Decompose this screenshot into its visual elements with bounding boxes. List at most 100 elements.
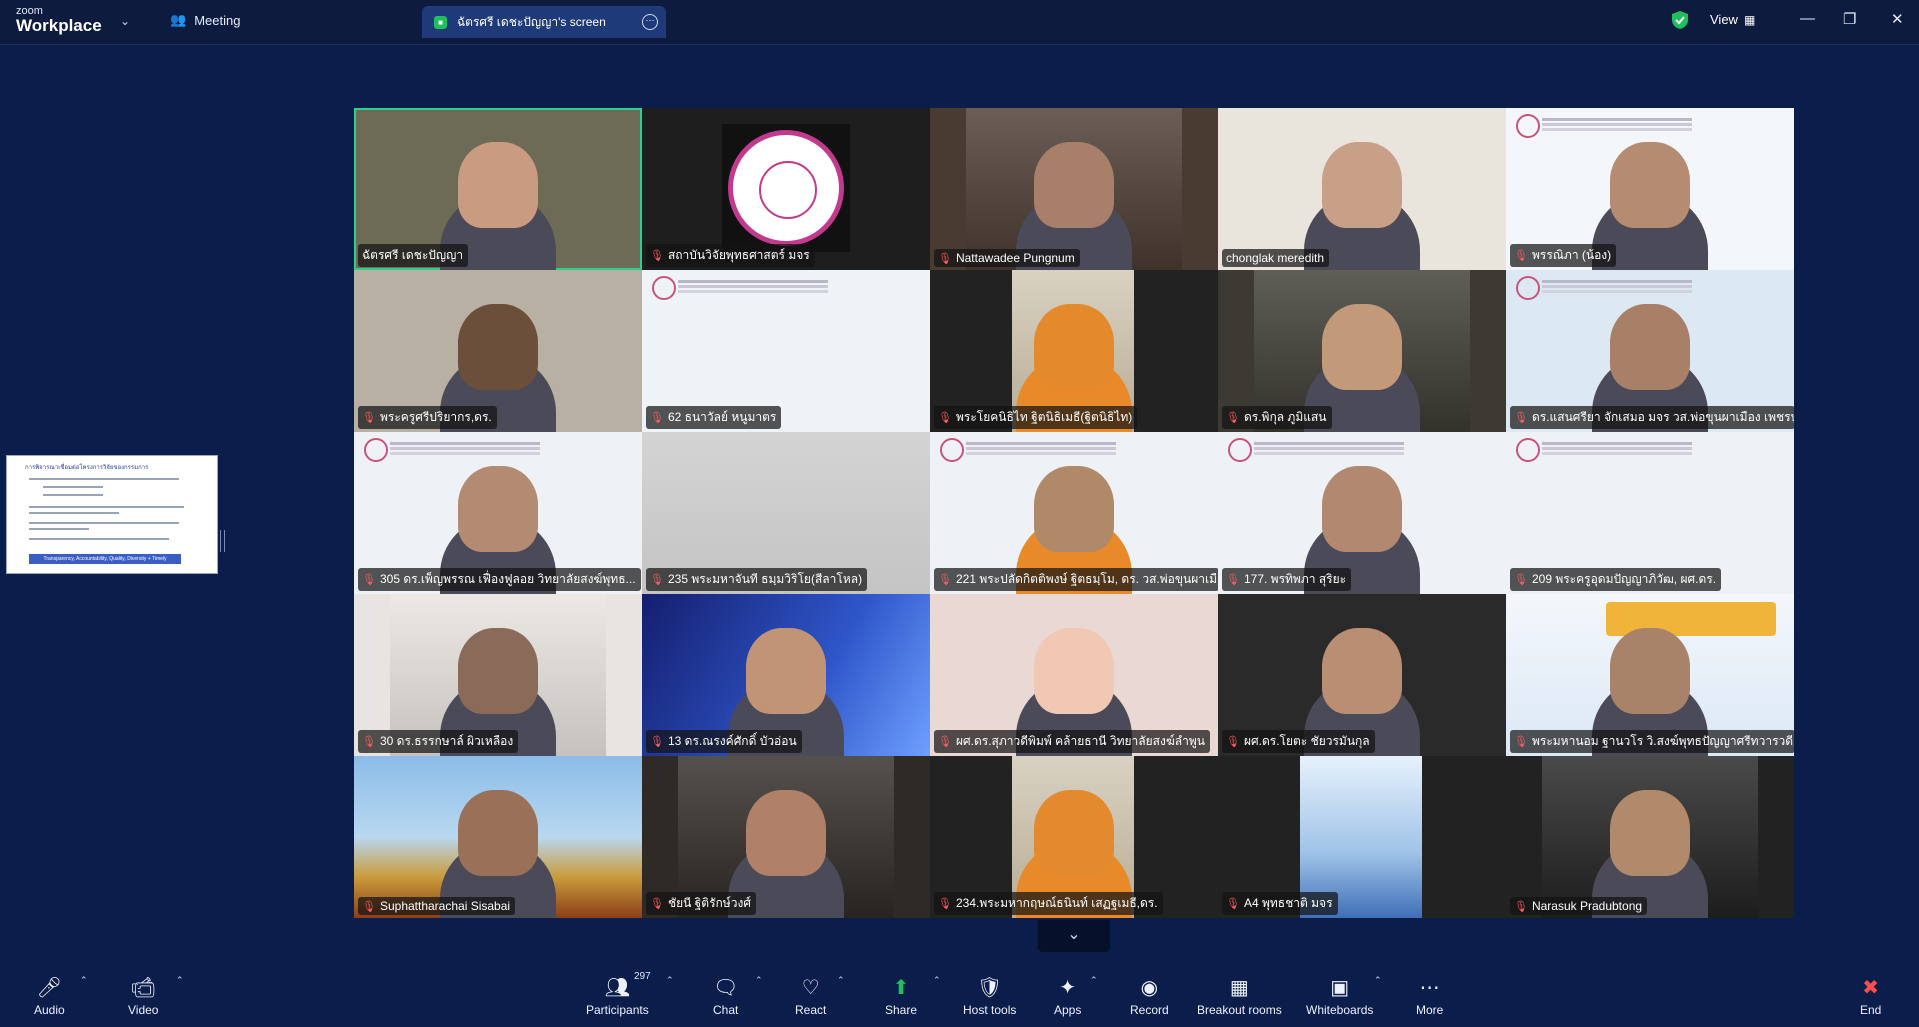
zoom-workplace-logo[interactable]: zoom Workplace [16, 6, 102, 35]
muted-mic-icon: 🎙︎ [650, 250, 664, 262]
participant-tile[interactable]: 🎙︎ 221 พระปลัดกิตติพงษ์ ฐิตธมฺโม, ดร. วส.… [930, 432, 1218, 594]
more-options-icon[interactable]: ··· [642, 14, 658, 30]
muted-mic-icon: 🎙︎ [650, 574, 664, 586]
chevron-down-icon[interactable]: ⌄ [120, 14, 130, 28]
breakout-rooms-button[interactable]: ▦ Breakout rooms [1197, 975, 1282, 1017]
participant-tile[interactable]: 🎙︎ 177. พรทิพภา สุริยะ [1218, 432, 1506, 594]
participant-tile[interactable]: 🎙︎ ผศ.ดร.สุภาวดีพิมพ์ คล้ายธานี วิทยาลัยส… [930, 594, 1218, 756]
participant-tile[interactable]: 🎙︎ Narasuk Pradubtong [1506, 756, 1794, 918]
participant-tile[interactable]: 🎙︎ 13 ดร.ณรงค์ศักดิ์ บัวอ่อน [642, 594, 930, 756]
participant-tile[interactable]: 🎙︎ 305 ดร.เพ็ญพรรณ เฟื่องฟูลอย วิทยาลัยสง… [354, 432, 642, 594]
participant-tile[interactable]: 🎙︎ ดร.พิกุล ภูมิแสน [1218, 270, 1506, 432]
participant-name-label: 🎙︎ Nattawadee Pungnum [934, 249, 1080, 267]
chat-options-caret[interactable]: ⌃ [755, 975, 763, 986]
participant-video [1034, 466, 1114, 552]
participant-tile[interactable]: 🎙︎ ดร.แสนศรียา จักเสมอ มจร วส.พ่อขุนผาเมื… [1506, 270, 1794, 432]
participant-tile[interactable]: 🎙︎ สถาบันวิจัยพุทธศาสตร์ มจร [642, 108, 930, 270]
participant-name-label: chonglak meredith [1222, 249, 1330, 267]
react-label: React [795, 1003, 827, 1017]
thumbnail-text-line [29, 522, 179, 524]
audio-options-caret[interactable]: ⌃ [80, 975, 88, 986]
participant-name-label: 🎙︎ Narasuk Pradubtong [1510, 897, 1648, 915]
share-options-caret[interactable]: ⌃ [933, 975, 941, 986]
security-shield-icon[interactable] [1672, 11, 1688, 29]
participant-tile[interactable]: 🎙︎ Suphattharachai Sisabai [354, 756, 642, 918]
minimize-icon[interactable]: — [1800, 10, 1815, 27]
video-off-icon: 📹︎ [130, 977, 156, 999]
muted-mic-icon: 🎙︎ [938, 898, 952, 910]
chat-button[interactable]: 🗨︎ Chat ⌃ [713, 975, 763, 1017]
participant-name: 209 พระครูอุดมปัญญาภิวัฒ, ผศ.ดร. [1531, 572, 1717, 586]
close-icon[interactable]: ✕ [1891, 10, 1904, 28]
participant-tile[interactable]: 🎙︎ 30 ดร.ธรรกษาล์ ผิวเหลือง [354, 594, 642, 756]
record-button[interactable]: ◉ Record [1130, 975, 1169, 1017]
participants-label: Participants [586, 1003, 649, 1017]
participant-name-label: 🎙︎ ดร.พิกุล ภูมิแสน [1222, 406, 1332, 429]
participant-tile[interactable]: 🎙︎ พระโยคนิธิไท ฐิตนิธิเมธี(ฐิตนิธิไท) [930, 270, 1218, 432]
react-button[interactable]: ♡ React ⌃ [795, 975, 845, 1017]
share-button[interactable]: ⬆ Share ⌃ [885, 975, 941, 1017]
participant-name: 305 ดร.เพ็ญพรรณ เฟื่องฟูลอย วิทยาลัยสงฆ์… [379, 572, 636, 586]
participant-tile[interactable]: 🎙︎ A4 พุทธชาติ มจร [1218, 756, 1506, 918]
muted-mic-icon: 🎤︎ [36, 977, 63, 999]
react-options-caret[interactable]: ⌃ [837, 975, 845, 986]
gallery-view: ฉัตรศรี เดชะปัญญา 🎙︎ สถาบันวิจัยพุทธศาสตร์… [354, 108, 1794, 918]
participant-video [1034, 142, 1114, 228]
participant-tile[interactable]: 🎙︎ ผศ.ดร.โยตะ ชัยวรมันกุล [1218, 594, 1506, 756]
participant-name: Narasuk Pradubtong [1531, 899, 1643, 913]
participant-tile[interactable]: 🎙︎ 234.พระมหากฤษณ์ธนินท์ เสฏฐเมธี,ดร. [930, 756, 1218, 918]
participant-tile[interactable]: 🎙︎ พระครูศรีปริยากร,ดร. [354, 270, 642, 432]
video-options-caret[interactable]: ⌃ [176, 975, 184, 986]
tab-shared-screen[interactable]: ■ ฉัตรศรี เดชะปัญญา's screen ··· [422, 6, 666, 38]
thumbnail-text-line [29, 478, 179, 480]
participant-video [458, 628, 538, 714]
apps-icon: ✦ [1059, 977, 1077, 999]
apps-label: Apps [1054, 1003, 1082, 1017]
whiteboards-options-caret[interactable]: ⌃ [1374, 975, 1382, 986]
participant-video [1322, 628, 1402, 714]
muted-mic-icon: 🎙︎ [1514, 250, 1528, 262]
participant-tile[interactable]: 🎙︎ Nattawadee Pungnum [930, 108, 1218, 270]
more-button[interactable]: ⋯ More [1416, 975, 1443, 1017]
muted-mic-icon: 🎙︎ [650, 736, 664, 748]
host-tools-button[interactable]: 🛡︎ Host tools [963, 975, 1016, 1017]
whiteboards-button[interactable]: ▣ Whiteboards ⌃ [1306, 975, 1382, 1017]
slide-logo [1228, 438, 1252, 462]
participant-name-label: 🎙︎ พระมหานอม ฐานวโร วิ.สงฆ์พุทธปัญญาศรีทว… [1510, 730, 1794, 753]
restore-icon[interactable]: ❐ [1843, 10, 1856, 28]
participant-tile[interactable]: 🎙︎ 209 พระครูอุดมปัญญาภิวัฒ, ผศ.ดร. [1506, 432, 1794, 594]
muted-mic-icon: 🎙︎ [362, 412, 376, 424]
thumbnail-band: Transparency, Accountability, Quality, D… [29, 554, 181, 564]
participant-video [1610, 142, 1690, 228]
participant-tile[interactable]: 🎙︎ 235 พระมหาจันที ธมฺมวิริโย(สีลาโหล) [642, 432, 930, 594]
participant-video [1322, 304, 1402, 390]
participant-name: ชัยนี ฐิติรักษ์วงศ์ [667, 896, 751, 910]
participant-tile[interactable]: 🎙︎ พระมหานอม ฐานวโร วิ.สงฆ์พุทธปัญญาศรีทว… [1506, 594, 1794, 756]
end-meeting-button[interactable]: ✖ End [1860, 975, 1881, 1017]
muted-mic-icon: 🎙︎ [1514, 574, 1528, 586]
apps-button[interactable]: ✦ Apps ⌃ [1054, 975, 1098, 1017]
participant-tile[interactable]: 🎙︎ 62 ธนาวัลย์ หนูมาตร [642, 270, 930, 432]
participant-name-label: 🎙︎ พรรณิภา (น้อง) [1510, 244, 1617, 267]
breakout-rooms-icon: ▦ [1229, 977, 1249, 999]
audio-button[interactable]: 🎤︎ Audio ⌃ [34, 975, 88, 1017]
participant-name-label: 🎙︎ ดร.แสนศรียา จักเสมอ มจร วส.พ่อขุนผาเมื… [1510, 406, 1794, 429]
participant-tile[interactable]: chonglak meredith [1218, 108, 1506, 270]
thumbnail-resize-handle[interactable] [220, 530, 225, 552]
tab-meeting[interactable]: 👥 Meeting [170, 12, 240, 28]
collapse-toolbar-button[interactable]: ⌄ [1038, 920, 1110, 952]
participant-tile[interactable]: 🎙︎ ชัยนี ฐิติรักษ์วงศ์ [642, 756, 930, 918]
participant-tile[interactable]: ฉัตรศรี เดชะปัญญา [354, 108, 642, 270]
shared-screen-thumbnail[interactable]: การพิจารณาเชื่อมต่อโครงการวิจัยของกรรมกา… [6, 455, 218, 574]
participants-button[interactable]: 👥︎ 297 Participants ⌃ [586, 971, 674, 1017]
participant-name: ฉัตรศรี เดชะปัญญา [362, 248, 464, 262]
participants-options-caret[interactable]: ⌃ [666, 975, 674, 986]
participant-name-label: 🎙︎ 234.พระมหากฤษณ์ธนินท์ เสฏฐเมธี,ดร. [934, 892, 1163, 915]
participant-tile[interactable]: 🎙︎ พรรณิภา (น้อง) [1506, 108, 1794, 270]
video-button[interactable]: 📹︎ Video ⌃ [128, 975, 184, 1017]
participant-video [746, 628, 826, 714]
thumbnail-title: การพิจารณาเชื่อมต่อโครงการวิจัยของกรรมกา… [25, 465, 149, 471]
meeting-tab-label: Meeting [194, 12, 241, 28]
view-button[interactable]: View ▦ [1710, 12, 1755, 27]
apps-options-caret[interactable]: ⌃ [1090, 975, 1098, 986]
